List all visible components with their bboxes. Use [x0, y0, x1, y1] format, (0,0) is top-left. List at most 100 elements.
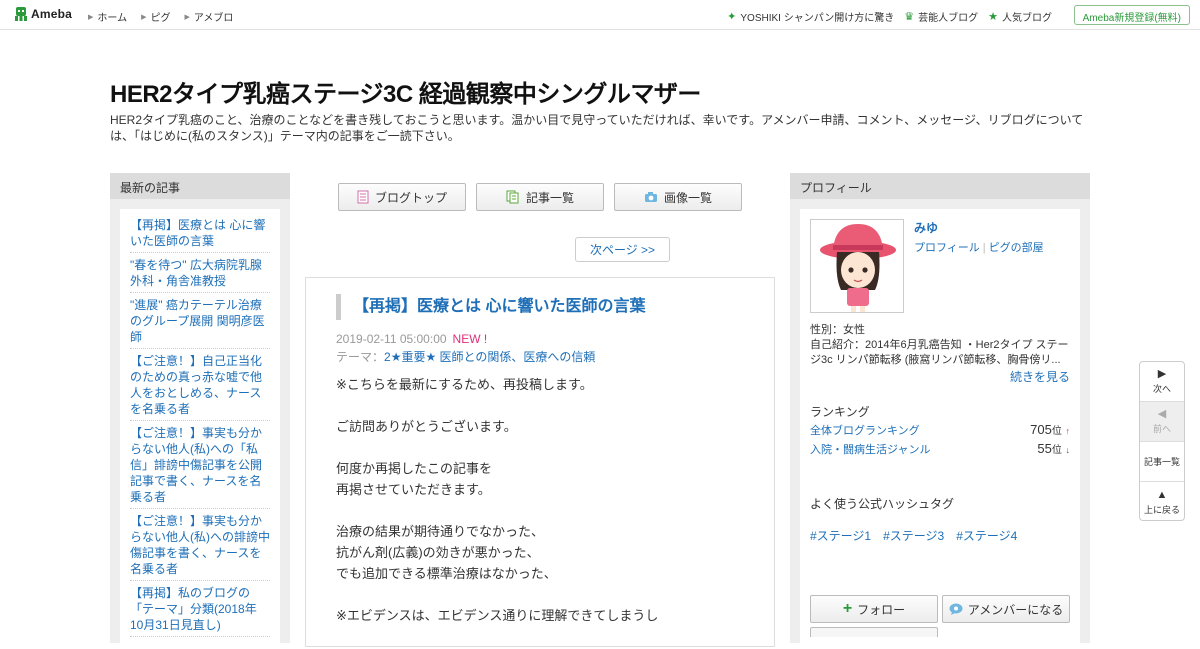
tab-blog-top-label: ブログトップ — [374, 190, 447, 205]
popular-blog-label: 人気ブログ — [1002, 13, 1052, 24]
celebrity-blog-link[interactable]: ♛ 芸能人ブログ — [904, 9, 978, 24]
pigg-room-link[interactable]: ピグの部屋 — [989, 242, 1044, 254]
profile-gender: 性別：女性 — [810, 324, 865, 336]
ranking-label[interactable]: 入院・闘病生活ジャンル — [810, 441, 930, 457]
chat-bubble-icon — [949, 603, 963, 615]
left-sidebar: 最新の記事 【再掲】医療とは 心に響いた医師の言葉 "春を待つ" 広大病院乳腺外… — [110, 173, 290, 649]
article-body: ※こちらを最新にするため、再投稿します。 ご訪問ありがとうございます。 何度か再… — [336, 374, 756, 626]
top-right-links: ✦ YOSHIKI シャンパン開け方に驚き ♛ 芸能人ブログ ★ 人気ブログ — [727, 9, 1052, 24]
right-sidebar: プロフィール みゆ プロフィール | ピグの部屋 性別：女性 自己紹介：2014… — [790, 173, 1090, 649]
back-to-top-label: 上に戻る — [1143, 504, 1180, 515]
ranking-label[interactable]: 全体ブログランキング — [810, 422, 920, 438]
recent-post-item[interactable]: 【ご注意！】自己正当化のための真っ赤な嘘で他人をおとしめる、ナースを名乗る者 — [130, 349, 270, 421]
ranking-value: 705位 ↑ — [1030, 422, 1070, 438]
hashtag-link[interactable]: #ステージ1 — [810, 527, 871, 544]
next-article-button[interactable]: ▶ 次へ — [1140, 362, 1184, 402]
blog-description: HER2タイプ乳癌のこと、治療のことなどを書き残しておこうと思います。温かい目で… — [110, 113, 1084, 143]
hashtag-link[interactable]: #ステージ3 — [883, 527, 944, 544]
logo-text: Ameba — [31, 7, 73, 21]
nav-home-label: ホーム — [97, 13, 128, 24]
body-line: ※こちらを最新にするため、再投稿します。 — [336, 377, 593, 392]
body-line: でも追加できる標準治療はなかった、 — [336, 566, 557, 581]
tab-article-list[interactable]: 記事一覧 — [476, 183, 604, 211]
blog-title[interactable]: HER2タイプ乳癌ステージ3C 経過観察中シングルマザー — [110, 74, 701, 109]
ameba-logo[interactable]: Ameba — [14, 6, 72, 22]
profile-name[interactable]: みゆ — [914, 219, 938, 236]
hashtag-link[interactable]: #ステージ4 — [956, 527, 1017, 544]
article: 【再掲】医療とは 心に響いた医師の言葉 2019-02-11 05:00:00 N… — [305, 277, 775, 647]
body-line: ※エビデンスは、エビデンス通りに理解できてしまうし — [336, 608, 659, 623]
prev-article-button[interactable]: ◀ 前へ — [1140, 402, 1184, 442]
body-line: 抗がん剤(広義)の効きが悪かった、 — [336, 545, 540, 560]
article-list-button[interactable]: 記事一覧 — [1140, 442, 1184, 482]
prev-article-label: 前へ — [1152, 424, 1171, 434]
follow-button[interactable]: + フォロー — [810, 595, 938, 623]
nav-pigg[interactable]: ▶ ピグ — [141, 9, 170, 24]
article-date: 2019-02-11 05:00:00 — [336, 332, 447, 346]
popular-blog-link[interactable]: ★ 人気ブログ — [988, 9, 1052, 24]
copy-icon — [506, 190, 519, 204]
star-icon: ★ — [988, 11, 998, 23]
profile-link[interactable]: プロフィール — [914, 242, 980, 254]
tab-blog-top[interactable]: ブログトップ — [338, 183, 466, 211]
triangle-left-icon: ◀ — [1157, 408, 1167, 420]
avatar[interactable] — [810, 219, 904, 313]
ranking-number: 55 — [1037, 441, 1052, 456]
recent-post-item[interactable]: 【ご注意！】事実も分からない他人(私)への「私信」誹謗中傷記事を公開記事で書く、… — [130, 421, 270, 509]
article-theme: テーマ：2★重要★ 医師との関係、医療への信頼 — [336, 348, 595, 365]
plus-icon: + — [842, 600, 853, 617]
register-button[interactable]: Ameba新規登録(無料) — [1073, 5, 1190, 25]
profile-box: みゆ プロフィール | ピグの部屋 性別：女性 自己紹介：2014年6月乳癌告知 ・… — [800, 209, 1080, 649]
tab-image-list[interactable]: 画像一覧 — [614, 183, 742, 211]
camera-icon — [644, 192, 657, 202]
nav-ameblo-label: アメブロ — [193, 13, 234, 24]
amember-label: アメンバーになる — [967, 602, 1064, 617]
article-meta: 2019-02-11 05:00:00 NEW ! — [336, 332, 487, 346]
article-list-label: 記事一覧 — [1143, 457, 1180, 467]
nav-ameblo[interactable]: ▶ アメブロ — [184, 9, 233, 24]
trending-link[interactable]: ✦ YOSHIKI シャンパン開け方に驚き — [727, 9, 894, 24]
recent-post-item[interactable]: 【再掲】私のブログの「テーマ」分類(2018年10月31日見直し) — [130, 581, 270, 637]
ameba-mascot-icon — [15, 7, 27, 21]
back-to-top-button[interactable]: ▲ 上に戻る — [1140, 482, 1184, 520]
new-badge: NEW ! — [452, 332, 488, 346]
ranking-heading: ランキング — [810, 405, 870, 419]
article-title[interactable]: 【再掲】医療とは 心に響いた医師の言葉 — [336, 294, 756, 320]
triangle-right-icon: ▶ — [88, 13, 94, 21]
ranking-row-genre: 入院・闘病生活ジャンル 55位 ↓ — [810, 441, 1070, 457]
ranking-number: 705 — [1030, 422, 1052, 437]
hashtag-list: #ステージ1 #ステージ3 #ステージ4 — [810, 527, 1017, 544]
hashtag-heading: よく使う公式ハッシュタグ — [810, 497, 955, 511]
profile-links: プロフィール | ピグの部屋 — [914, 242, 1044, 254]
triangle-up-icon: ▲ — [1156, 488, 1168, 501]
recent-post-item[interactable]: "春を待つ" 広大病院乳腺外科・角舎准教授 — [130, 253, 270, 293]
body-line: ご訪問ありがとうございます。 — [336, 419, 517, 434]
arrow-down-icon: ↓ — [1065, 445, 1071, 455]
nav-pigg-label: ピグ — [150, 13, 171, 24]
next-page-button[interactable]: 次ページ >> — [575, 237, 670, 262]
recent-post-item[interactable]: "進展" 癌カテーテル治療のグループ展開 関明彦医師 — [130, 293, 270, 349]
avatar-image — [811, 220, 903, 312]
document-icon — [357, 190, 369, 204]
top-bar: Ameba ▶ ホーム ▶ ピグ ▶ アメブロ ✦ YOSHIKI シャンパン開け方に驚… — [0, 0, 1200, 30]
ranking-row-overall: 全体ブログランキング 705位 ↑ — [810, 422, 1070, 438]
nav-home[interactable]: ▶ ホーム — [88, 9, 127, 24]
celebrity-blog-label: 芸能人ブログ — [918, 13, 979, 24]
recent-post-item[interactable]: 【ご注意！】事実も分からない他人(私)への誹謗中傷記事を書く、ナースを名乗る者 — [130, 509, 270, 581]
theme-prefix: テーマ： — [336, 350, 385, 364]
blog-tabs: ブログトップ 記事一覧 画像一覧 — [338, 183, 742, 211]
triangle-right-icon: ▶ — [184, 13, 190, 21]
recent-post-item[interactable]: 【再掲】医療とは 心に響いた医師の言葉 — [130, 213, 270, 253]
read-more-link[interactable]: 続きを見る — [1010, 368, 1070, 385]
message-button[interactable] — [810, 627, 938, 637]
recent-posts-heading: 最新の記事 — [110, 173, 290, 199]
theme-link[interactable]: 2★重要★ 医師との関係、医療への信頼 — [384, 350, 595, 364]
top-nav: ▶ ホーム ▶ ピグ ▶ アメブロ — [88, 9, 233, 24]
ranking-unit: 位 — [1051, 426, 1062, 437]
profile-heading: プロフィール — [790, 173, 1090, 199]
triangle-right-icon: ▶ — [1157, 368, 1167, 380]
ranking-value: 55位 ↓ — [1037, 441, 1070, 457]
ranking-unit: 位 — [1051, 445, 1062, 456]
next-article-label: 次へ — [1152, 384, 1171, 394]
amember-button[interactable]: アメンバーになる — [942, 595, 1070, 623]
